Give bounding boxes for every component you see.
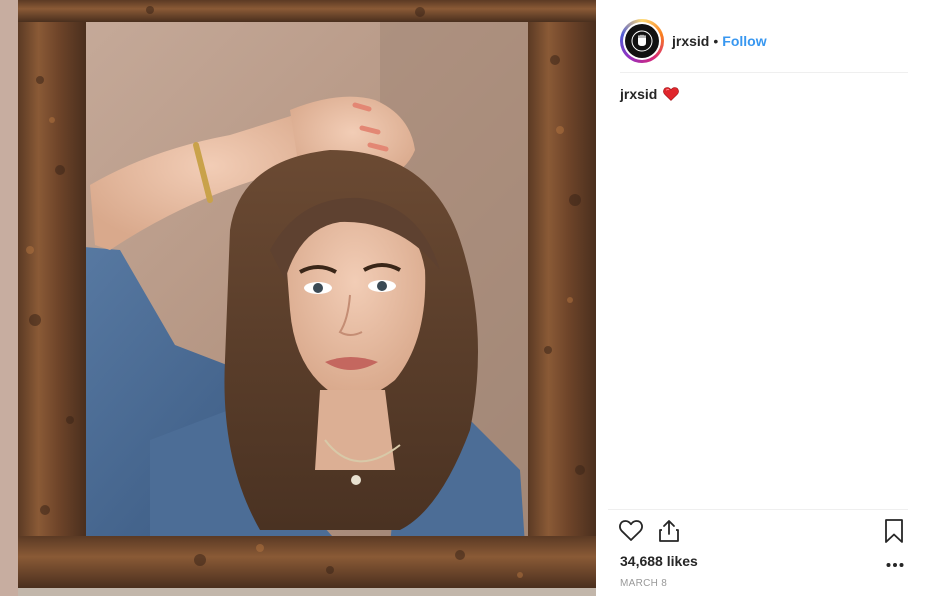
post-header: jrxsid • Follow — [620, 10, 908, 73]
likes-count[interactable]: 34,688 likes — [620, 553, 698, 569]
author-username[interactable]: jrxsid — [672, 33, 709, 49]
avatar-border — [623, 22, 661, 60]
avatar-logo-icon — [625, 24, 659, 58]
post-photo[interactable] — [0, 0, 596, 596]
avatar[interactable] — [620, 19, 664, 63]
more-options-icon[interactable] — [886, 562, 904, 568]
bookmark-icon[interactable] — [883, 518, 905, 544]
portrait-photo-art — [0, 0, 596, 596]
fist-logo-icon — [631, 30, 653, 52]
separator-dot: • — [713, 33, 719, 49]
post-details-panel: jrxsid • Follow jrxsid 34,688 likes MARC… — [596, 0, 926, 596]
post-actions — [618, 518, 910, 548]
actions-divider — [608, 509, 908, 510]
caption-username[interactable]: jrxsid — [620, 86, 657, 102]
instagram-post: jrxsid • Follow jrxsid 34,688 likes MARC… — [0, 0, 926, 596]
post-date[interactable]: MARCH 8 — [620, 578, 667, 589]
heart-icon[interactable] — [618, 518, 644, 544]
share-icon[interactable] — [656, 518, 682, 544]
post-caption: jrxsid — [620, 86, 680, 102]
follow-button[interactable]: Follow — [722, 33, 766, 49]
red-heart-icon — [663, 87, 680, 101]
